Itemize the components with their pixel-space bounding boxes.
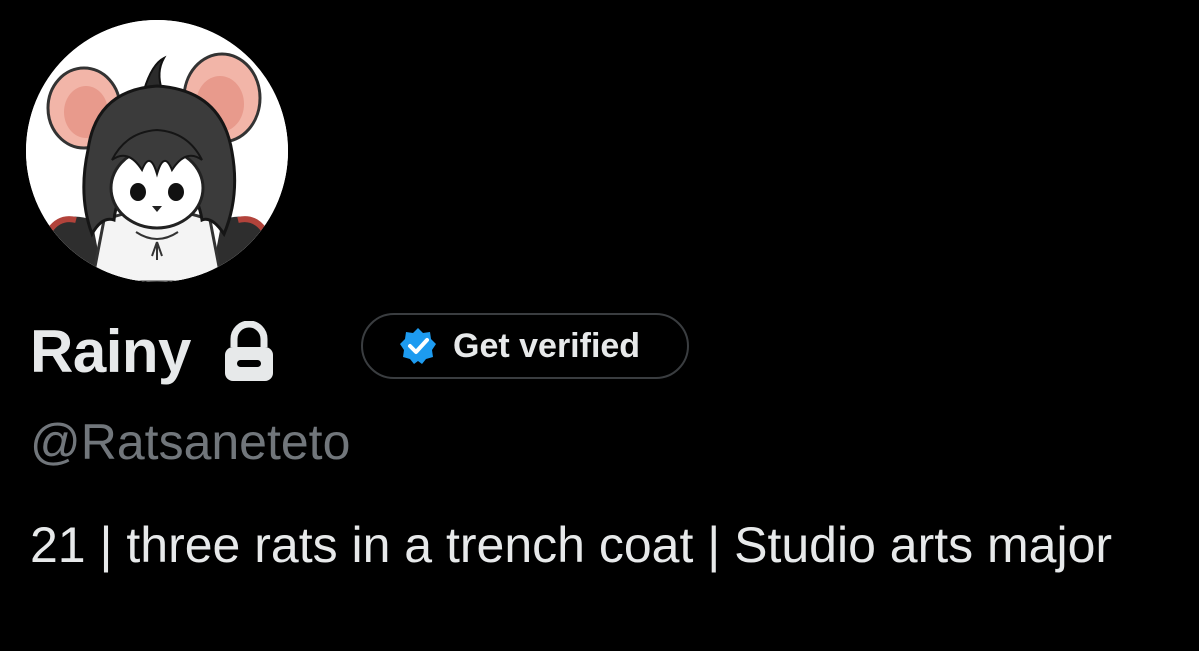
verified-badge-icon [400,328,436,364]
display-name: Rainy [30,318,191,385]
profile-avatar[interactable] [26,20,288,282]
profile-name-row: Rainy [30,312,277,392]
profile-bio: 21 | three rats in a trench coat | Studi… [30,517,1113,573]
get-verified-label: Get verified [453,326,641,365]
profile-handle: @Ratsaneteto [30,414,351,470]
lock-icon [224,321,273,381]
rat-character-avatar-icon [26,20,288,282]
get-verified-button[interactable]: Get verified [361,313,689,379]
